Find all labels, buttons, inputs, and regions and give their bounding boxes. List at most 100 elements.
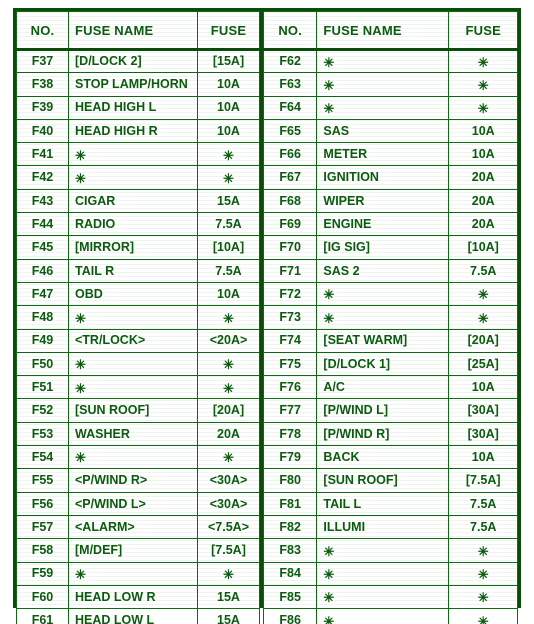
fuse-number-cell: F84 (262, 561, 318, 586)
fuse-name-cell: CIGAR (68, 188, 198, 214)
fuse-number-cell: F47 (16, 281, 69, 307)
table-row: F73 ✳ ✳ (262, 305, 518, 330)
table-row: F61 HEAD LOW L 15A (16, 608, 260, 624)
fuse-name-cell: ✳ (68, 142, 198, 167)
fuse-rating-cell: 7.5A (197, 212, 260, 237)
fuse-number-cell: F86 (262, 608, 318, 624)
fuse-number-cell: F73 (262, 305, 318, 330)
fuse-number-cell: F60 (16, 584, 69, 610)
fuse-rating-cell: [7.5A] (448, 468, 518, 493)
fuse-number-cell: F55 (16, 468, 69, 493)
fuse-name-cell: ✳ (316, 48, 450, 74)
fuse-name-cell: ENGINE (316, 212, 450, 237)
fuse-name-cell: ✳ (316, 608, 450, 624)
empty-slot-asterisk-icon: ✳ (323, 613, 335, 624)
table-row: F63 ✳ ✳ (262, 72, 518, 97)
table-row: F84 ✳ ✳ (262, 561, 518, 586)
fuse-name-cell: [P/WIND R] (316, 421, 450, 447)
empty-slot-asterisk-icon: ✳ (323, 77, 335, 93)
fuse-rating-cell: 15A (197, 608, 260, 624)
fuse-rating-cell: ✳ (197, 142, 260, 167)
fuse-name-cell: [M/DEF] (68, 538, 198, 563)
fuse-number-cell: F38 (16, 72, 69, 97)
fuse-name-cell: ✳ (68, 375, 198, 400)
table-row: F50 ✳ ✳ (16, 351, 260, 377)
fuse-name-cell: WIPER (316, 188, 450, 214)
fuse-box-chart: NO. FUSE NAME FUSE F37 [D/LOCK 2] [15A] F38… (13, 8, 521, 624)
fuse-name-cell: RADIO (68, 212, 198, 237)
table-row: F56 <P/WIND L> <30A> (16, 491, 260, 516)
table-row: F57 <ALARM> <7.5A> (16, 514, 260, 540)
table-row: F40 HEAD HIGH R 10A (16, 118, 260, 144)
fuse-number-cell: F68 (262, 188, 318, 214)
fuse-number-cell: F69 (262, 212, 318, 237)
empty-slot-asterisk-icon: ✳ (75, 310, 86, 326)
fuse-name-cell: ✳ (316, 305, 450, 330)
fuse-number-cell: F43 (16, 188, 69, 214)
fuse-rating-cell: ✳ (448, 538, 518, 563)
fuse-rating-cell: 10A (448, 118, 518, 144)
fuse-rating-cell: 10A (197, 118, 260, 144)
table-row: F79 BACK 10A (262, 445, 518, 470)
fuse-rating-cell: ✳ (197, 445, 260, 470)
fuse-number-cell: F57 (16, 514, 69, 540)
column-header-fuse: FUSE (448, 11, 518, 51)
fuse-number-cell: F45 (16, 235, 69, 260)
fuse-rating-cell: 7.5A (448, 491, 518, 516)
fuse-rating-cell: [7.5A] (197, 538, 260, 563)
fuse-name-cell: BACK (316, 445, 450, 470)
table-row: F53 WASHER 20A (16, 421, 260, 447)
fuse-number-cell: F71 (262, 258, 318, 283)
fuse-number-cell: F50 (16, 351, 69, 377)
fuse-name-cell: STOP LAMP/HORN (68, 72, 198, 97)
fuse-rating-cell: 10A (197, 72, 260, 97)
empty-slot-asterisk-icon: ✳ (223, 310, 234, 326)
fuse-number-cell: F54 (16, 445, 69, 470)
fuse-number-cell: F76 (262, 375, 318, 400)
fuse-rating-cell: ✳ (448, 281, 518, 307)
fuse-rating-cell: [10A] (448, 235, 518, 260)
fuse-rating-cell: ✳ (197, 351, 260, 377)
fuse-name-cell: ✳ (316, 538, 450, 563)
fuse-number-cell: F80 (262, 468, 318, 493)
table-row: F48 ✳ ✳ (16, 305, 260, 330)
fuse-rating-cell: <30A> (197, 491, 260, 516)
fuse-number-cell: F44 (16, 212, 69, 237)
fuse-number-cell: F51 (16, 375, 69, 400)
empty-slot-asterisk-icon: ✳ (223, 357, 234, 373)
fuse-rating-cell: ✳ (448, 584, 518, 610)
empty-slot-asterisk-icon: ✳ (477, 100, 489, 116)
fuse-rating-cell: <7.5A> (197, 514, 260, 540)
fuse-name-cell: HEAD HIGH L (68, 95, 198, 120)
empty-slot-asterisk-icon: ✳ (323, 566, 335, 582)
fuse-rating-cell: ✳ (197, 305, 260, 330)
fuse-rating-cell: 7.5A (448, 258, 518, 283)
table-row: F43 CIGAR 15A (16, 188, 260, 214)
empty-slot-asterisk-icon: ✳ (323, 543, 335, 559)
table-row: F54 ✳ ✳ (16, 445, 260, 470)
fuse-rating-cell: 15A (197, 584, 260, 610)
empty-slot-asterisk-icon: ✳ (323, 287, 335, 303)
fuse-number-cell: F52 (16, 398, 69, 423)
table-row: F65 SAS 10A (262, 118, 518, 144)
fuse-rating-cell: 10A (448, 142, 518, 167)
column-header-fuse-name: FUSE NAME (316, 11, 450, 51)
table-row: F77 [P/WIND L] [30A] (262, 398, 518, 423)
table-row: F80 [SUN ROOF] [7.5A] (262, 468, 518, 493)
fuse-table-left-half: NO. FUSE NAME FUSE F37 [D/LOCK 2] [15A] F38… (16, 11, 263, 624)
fuse-number-cell: F53 (16, 421, 69, 447)
fuse-number-cell: F82 (262, 514, 318, 540)
fuse-number-cell: F75 (262, 351, 318, 377)
fuse-name-cell: ✳ (68, 351, 198, 377)
fuse-rating-cell: <20A> (197, 328, 260, 353)
empty-slot-asterisk-icon: ✳ (323, 310, 335, 326)
empty-slot-asterisk-icon: ✳ (477, 310, 489, 326)
fuse-number-cell: F61 (16, 608, 69, 624)
empty-slot-asterisk-icon: ✳ (477, 590, 489, 606)
empty-slot-asterisk-icon: ✳ (477, 287, 489, 303)
fuse-number-cell: F62 (262, 48, 318, 74)
fuse-number-cell: F39 (16, 95, 69, 120)
empty-slot-asterisk-icon: ✳ (477, 77, 489, 93)
table-row: F60 HEAD LOW R 15A (16, 584, 260, 610)
fuse-number-cell: F37 (16, 48, 69, 74)
